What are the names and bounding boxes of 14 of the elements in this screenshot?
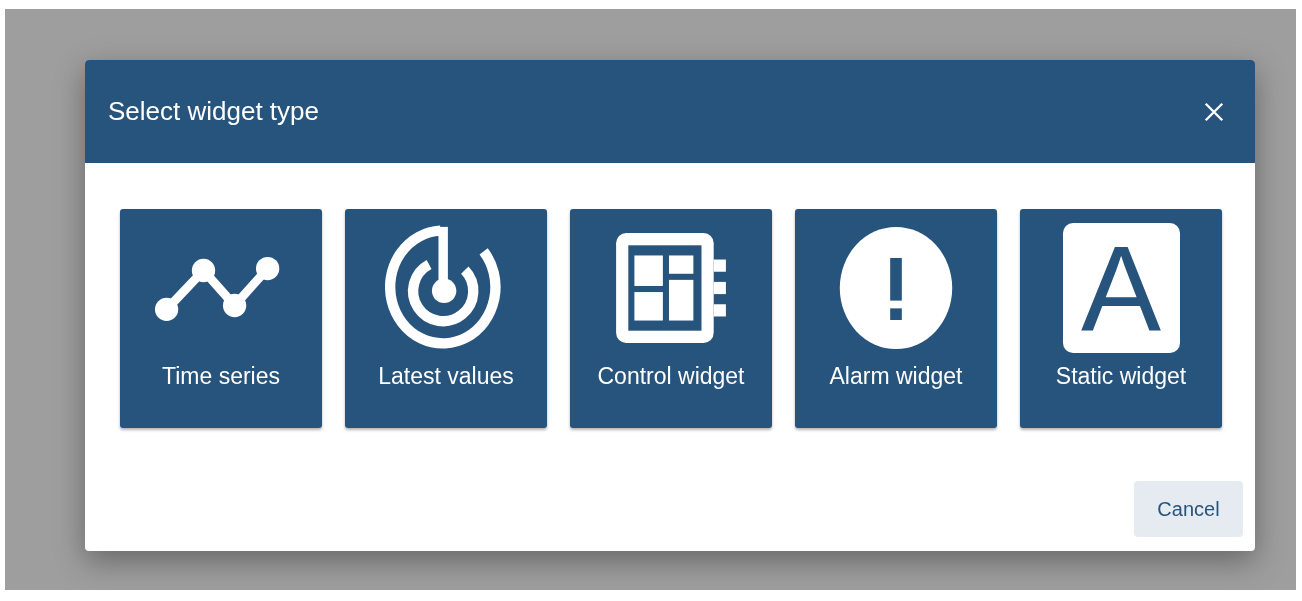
tile-label: Static widget [1054, 362, 1188, 391]
tile-label: Alarm widget [828, 362, 964, 391]
cancel-button[interactable]: Cancel [1134, 481, 1243, 537]
dialog-title: Select widget type [108, 96, 319, 127]
tile-label: Time series [161, 362, 281, 391]
widget-type-tile[interactable]: Latest values [345, 209, 547, 428]
widget-type-tile[interactable]: Time series [120, 209, 322, 428]
widget-type-tile[interactable]: Alarm widget [795, 209, 997, 428]
widget-type-tile[interactable]: A Static widget [1020, 209, 1222, 428]
letter-icon: A [1062, 222, 1180, 353]
tile-label: Control widget [596, 362, 746, 391]
widget-type-tile[interactable]: Control widget [570, 209, 772, 428]
tile-label: Latest values [377, 362, 515, 391]
close-icon[interactable] [1203, 100, 1225, 123]
